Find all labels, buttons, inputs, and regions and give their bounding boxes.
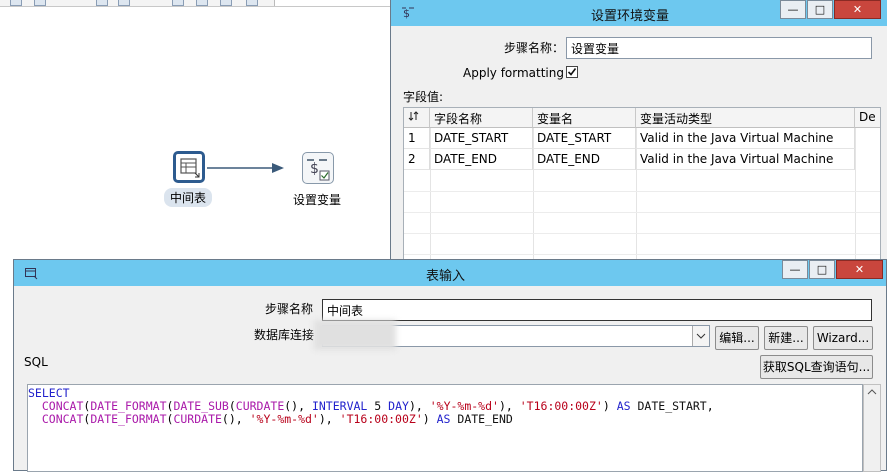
new-connection-button[interactable]: 新建...	[764, 326, 808, 350]
table-cell-variable-scope[interactable]: Valid in the Java Virtual Machine	[636, 149, 855, 170]
set-variables-icon[interactable]: $	[302, 152, 334, 184]
sql-line-3: CONCAT(DATE_FORMAT(CURDATE(), '%Y-%m-%d'…	[41, 412, 513, 426]
get-sql-query-button[interactable]: 获取SQL查询语句...	[760, 355, 873, 379]
column-header-index[interactable]	[404, 108, 430, 128]
redacted-area	[314, 320, 396, 350]
dialog-titlebar[interactable]: $ 设置环境变量 — □ ✕	[391, 0, 887, 26]
step-name-input[interactable]: 设置变量	[566, 37, 872, 59]
table-cell-variable-name[interactable]: DATE_END	[533, 149, 636, 170]
close-button[interactable]: ✕	[836, 260, 883, 279]
table-cell-field-name[interactable]: DATE_START	[430, 128, 533, 149]
step-label-set-variables: 设置变量	[293, 193, 342, 207]
sql-label: SQL	[24, 355, 48, 369]
table-input-icon[interactable]	[173, 151, 205, 183]
step-label-table-input: 中间表	[164, 188, 213, 207]
edit-connection-button[interactable]: 编辑...	[715, 326, 759, 350]
db-connection-label: 数据库连接	[254, 328, 315, 342]
table-cell-variable-scope[interactable]: Valid in the Java Virtual Machine	[636, 128, 855, 149]
step-name-input[interactable]: 中间表	[322, 299, 872, 321]
column-header-default[interactable]: De	[855, 108, 880, 128]
grid-line	[404, 212, 880, 234]
grid-line	[404, 191, 880, 213]
field-values-label: 字段值:	[403, 90, 444, 104]
wizard-button[interactable]: Wizard...	[813, 326, 873, 350]
apply-formatting-label: Apply formatting	[463, 66, 564, 80]
dialog-title: 表输入	[426, 269, 466, 284]
step-name-label: 步骤名称	[265, 302, 314, 316]
minimize-button[interactable]: —	[780, 0, 806, 19]
dialog-titlebar[interactable]: 表输入 — □ ✕	[14, 260, 886, 286]
maximize-button[interactable]: □	[809, 260, 835, 279]
column-header-variable-scope[interactable]: 变量活动类型	[636, 108, 855, 128]
grid-line	[404, 170, 880, 192]
sql-editor[interactable]: SELECT CONCAT(DATE_FORMAT(DATE_SUB(CURDA…	[27, 384, 863, 472]
checkmark-icon	[567, 68, 577, 76]
table-cell-field-name[interactable]: DATE_END	[430, 149, 533, 170]
apply-formatting-checkbox[interactable]	[566, 66, 578, 78]
maximize-button[interactable]: □	[807, 0, 833, 19]
svg-text:$: $	[403, 7, 410, 19]
step-node-table-input[interactable]: 中间表	[164, 151, 213, 207]
step-node-set-variables[interactable]: $ 设置变量	[293, 152, 341, 207]
dialog-app-icon	[24, 266, 38, 283]
table-input-dialog: 表输入 — □ ✕ 步骤名称 中间表 数据库连接 编辑... 新建... Wiz…	[13, 259, 887, 472]
table-cell-variable-name[interactable]: DATE_START	[533, 128, 636, 149]
sql-editor-scrollbar[interactable]	[863, 384, 881, 472]
table-cell-index[interactable]: 1	[404, 128, 430, 149]
minimize-button[interactable]: —	[782, 260, 808, 279]
chevron-up-icon[interactable]	[864, 385, 880, 399]
step-name-label: 步骤名称：	[504, 41, 565, 55]
dialog-title: 设置环境变量	[591, 9, 670, 24]
chevron-down-icon[interactable]	[692, 326, 709, 346]
column-header-field-name[interactable]: 字段名称	[430, 108, 533, 128]
close-button[interactable]: ✕	[834, 0, 881, 19]
table-cell-index[interactable]: 2	[404, 149, 430, 170]
sort-icon	[408, 111, 420, 125]
fields-table[interactable]: 字段名称 变量名 变量活动类型 De 1 DATE_START DATE_STA…	[403, 107, 881, 265]
column-header-variable-name[interactable]: 变量名	[533, 108, 636, 128]
set-env-variables-dialog: $ 设置环境变量 — □ ✕ 步骤名称： 设置变量 Apply formatti…	[390, 0, 887, 265]
dialog-app-icon: $	[401, 5, 415, 22]
svg-text:$: $	[310, 161, 319, 177]
grid-line	[404, 233, 880, 255]
